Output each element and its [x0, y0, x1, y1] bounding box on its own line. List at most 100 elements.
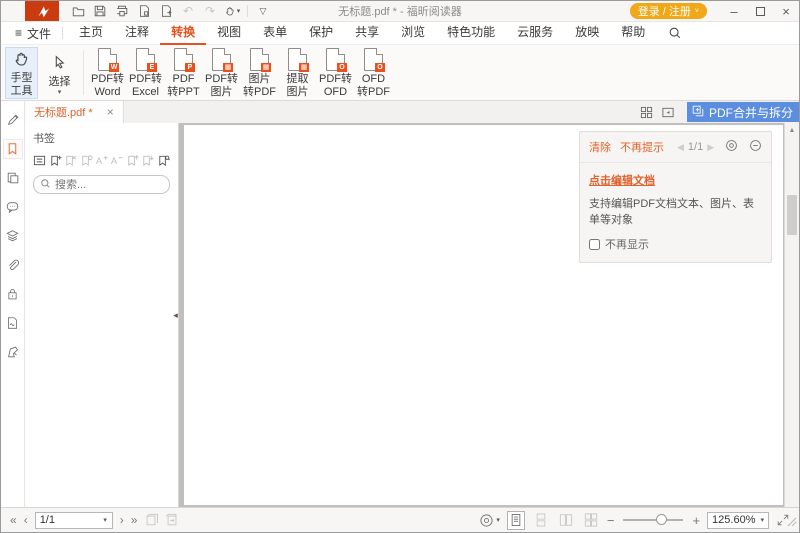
hand-icon [12, 48, 31, 72]
ribbon-toolbar: 手型 工具 选择 ▾ W PDF转 Word E PDF转 Excel P PD… [1, 45, 799, 101]
quick-tool-hand-icon[interactable]: ▾ [221, 2, 243, 20]
undo-icon[interactable]: ↶ [177, 2, 199, 20]
pdf-to-ppt-icon: P [174, 47, 193, 73]
customize-toolbar-chevron-icon[interactable]: ▽ [252, 2, 274, 20]
login-register-button[interactable]: 登录 / 注册 ˅ [630, 3, 707, 19]
tab-close-icon[interactable]: × [107, 105, 114, 119]
notification-no-remind-button[interactable]: 不再提示 [620, 139, 664, 155]
first-page-icon[interactable]: « [10, 513, 17, 527]
menu-tab-convert[interactable]: 转换 [160, 22, 206, 45]
dont-show-again-checkbox[interactable] [589, 239, 600, 250]
previous-page-icon[interactable]: ‹ [24, 513, 28, 527]
next-view-icon[interactable] [165, 513, 179, 527]
minimize-button[interactable]: – [721, 1, 747, 21]
menu-tab-view[interactable]: 视图 [206, 22, 252, 45]
maximize-button[interactable] [747, 1, 773, 21]
ofd-to-pdf-button[interactable]: O OFD 转PDF [355, 47, 392, 99]
single-page-view-icon[interactable] [507, 511, 525, 530]
edit-document-link[interactable]: 点击编辑文档 [589, 172, 762, 188]
stamp-icon[interactable] [3, 342, 23, 362]
image-to-pdf-button[interactable]: ▦ 图片 转PDF [241, 47, 278, 99]
facing-continuous-view-icon[interactable] [582, 511, 600, 530]
new-document-icon[interactable] [155, 2, 177, 20]
menu-file[interactable]: ≡ 文件 [9, 25, 57, 42]
facing-view-icon[interactable] [557, 511, 575, 530]
image-to-pdf-icon: ▦ [250, 47, 269, 73]
scrollbar-thumb[interactable] [787, 195, 797, 235]
menu-tab-share[interactable]: 共享 [344, 22, 390, 45]
tab-list-icon[interactable] [661, 106, 675, 119]
attachments-icon[interactable] [3, 255, 23, 275]
move-bookmark-down-icon[interactable] [141, 153, 154, 168]
menu-tab-form[interactable]: 表单 [252, 22, 298, 45]
zoom-slider[interactable] [623, 519, 683, 521]
vertical-scrollbar[interactable]: ▲ [784, 123, 799, 507]
edit-pencil-icon[interactable] [3, 110, 23, 130]
menu-tab-protect[interactable]: 保护 [298, 22, 344, 45]
delete-bookmark-icon[interactable] [64, 153, 77, 168]
panel-collapse-arrow-icon[interactable]: ◂ [171, 305, 180, 325]
pdf-to-word-button[interactable]: W PDF转 Word [89, 47, 126, 99]
next-page-icon[interactable]: › [120, 513, 124, 527]
page-dropdown-caret-icon[interactable]: ▾ [99, 516, 112, 524]
bookmark-settings-icon[interactable] [157, 153, 170, 168]
bookmark-search-input[interactable] [55, 179, 163, 191]
rename-bookmark-icon[interactable] [79, 153, 92, 168]
open-file-icon[interactable] [67, 2, 89, 20]
demote-bookmark-icon[interactable]: A [110, 153, 123, 168]
page-thumbnails-icon[interactable] [3, 168, 23, 188]
menu-tab-comment[interactable]: 注释 [114, 22, 160, 45]
menu-tab-present[interactable]: 放映 [564, 22, 610, 45]
pdf-merge-split-button[interactable]: PDF合并与拆分 [687, 102, 799, 122]
last-page-icon[interactable]: » [131, 513, 138, 527]
pdf-to-ppt-button[interactable]: P PDF 转PPT [165, 47, 202, 99]
menu-tab-features[interactable]: 特色功能 [436, 22, 506, 45]
close-button[interactable]: × [773, 1, 799, 21]
pdf-to-ofd-button[interactable]: O PDF转 OFD [317, 47, 354, 99]
save-as-icon[interactable] [133, 2, 155, 20]
notification-minimize-icon[interactable] [749, 139, 762, 155]
page-number-input[interactable] [36, 514, 99, 526]
thumbnail-grid-icon[interactable] [640, 106, 653, 119]
comments-icon[interactable] [3, 197, 23, 217]
notification-prev-icon[interactable]: ◀ [677, 142, 684, 153]
scroll-up-arrow-icon[interactable]: ▲ [785, 123, 799, 137]
zoom-level-box[interactable]: 125.60% ▾ [707, 512, 769, 529]
notification-description: 支持编辑PDF文档文本、图片、表单等对象 [589, 195, 762, 227]
document-view-area[interactable]: 清除 不再提示 ◀ 1/1 ▶ [179, 123, 799, 507]
move-bookmark-up-icon[interactable] [126, 153, 139, 168]
search-icon[interactable] [668, 26, 682, 40]
hand-tool-button[interactable]: 手型 工具 [5, 47, 38, 99]
redo-icon[interactable]: ↷ [199, 2, 221, 20]
zoom-slider-thumb[interactable] [656, 514, 667, 525]
previous-view-icon[interactable] [144, 513, 158, 527]
digital-signature-icon[interactable] [3, 313, 23, 333]
menu-tab-help[interactable]: 帮助 [610, 22, 656, 45]
notification-settings-icon[interactable] [725, 139, 738, 155]
pdf-to-image-button[interactable]: ▦ PDF转 图片 [203, 47, 240, 99]
extract-image-button[interactable]: ▦ 提取 图片 [279, 47, 316, 99]
bookmarks-panel-icon[interactable] [3, 139, 23, 159]
menu-tab-browse[interactable]: 浏览 [390, 22, 436, 45]
bookmark-options-icon[interactable] [33, 153, 46, 168]
menu-tab-cloud[interactable]: 云服务 [506, 22, 564, 45]
print-icon[interactable] [111, 2, 133, 20]
foxit-reader-window: ↶ ↷ ▾ ▽ 无标题.pdf * - 福昕阅读器 登录 / 注册 ˅ – × … [0, 0, 800, 533]
bookmarks-panel: 书签 A A [25, 123, 179, 507]
select-tool-button[interactable]: 选择 ▾ [41, 47, 78, 99]
notification-next-icon[interactable]: ▶ [707, 142, 714, 153]
continuous-view-icon[interactable] [532, 511, 550, 530]
menu-tab-home[interactable]: 主页 [68, 22, 114, 45]
promote-bookmark-icon[interactable]: A [95, 153, 108, 168]
security-lock-icon[interactable] [3, 284, 23, 304]
zoom-out-button[interactable]: − [607, 513, 615, 528]
notification-clear-button[interactable]: 清除 [589, 139, 611, 155]
save-icon[interactable] [89, 2, 111, 20]
pdf-to-excel-button[interactable]: E PDF转 Excel [127, 47, 164, 99]
add-bookmark-icon[interactable] [48, 153, 61, 168]
layers-icon[interactable] [3, 226, 23, 246]
document-tab[interactable]: 无标题.pdf * × [25, 101, 124, 123]
view-mode-icon[interactable]: ▾ [479, 513, 500, 528]
zoom-in-button[interactable]: + [692, 513, 700, 528]
resize-grip[interactable] [787, 516, 797, 530]
